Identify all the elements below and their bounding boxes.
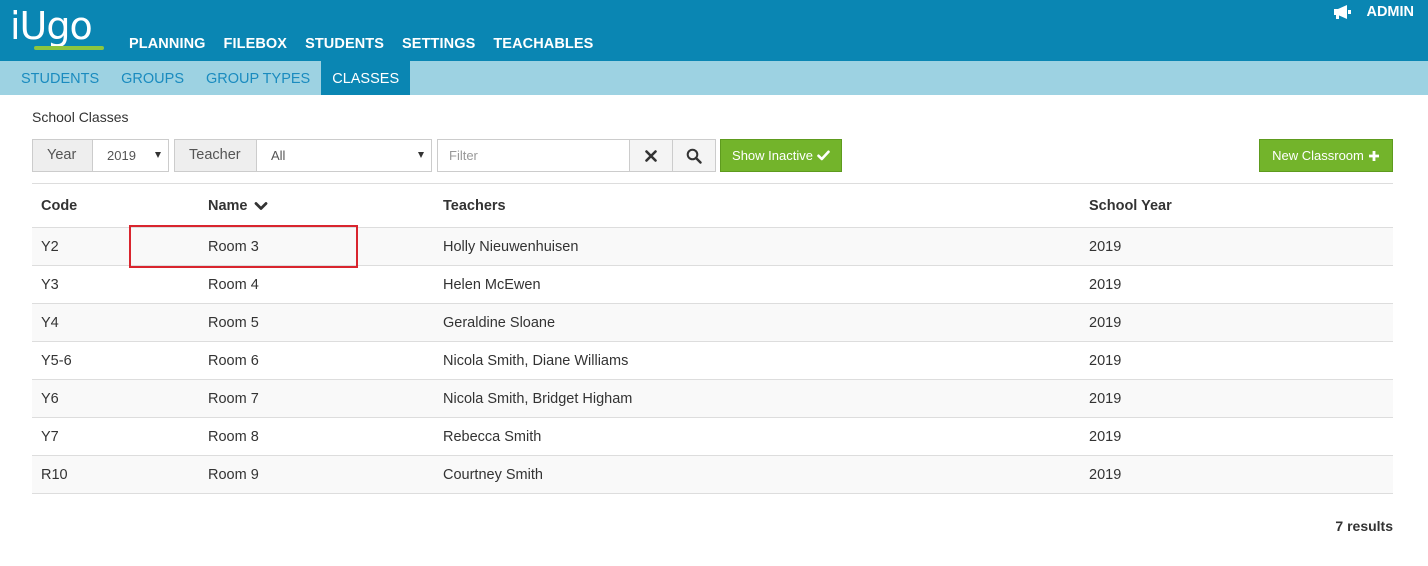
new-classroom-label: New Classroom [1272,148,1364,163]
cell-teachers: Rebecca Smith [443,428,542,445]
admin-menu[interactable]: ADMIN [1332,4,1414,20]
table-row[interactable]: Y6 Room 7 Nicola Smith, Bridget Higham 2… [32,380,1393,418]
plus-icon [1368,150,1379,161]
nav-teachables[interactable]: TEACHABLES [493,36,593,52]
cell-name[interactable]: Room 7 [208,380,259,417]
table-header: Code Name Teachers School Year [32,184,1393,228]
sub-nav: STUDENTS GROUPS GROUP TYPES CLASSES [10,61,411,95]
classes-table: Code Name Teachers School Year Y2 Room 3… [32,183,1393,494]
check-icon [817,150,830,161]
cell-school-year: 2019 [1089,466,1122,483]
iugo-logo[interactable]: iUgo [10,6,106,50]
cell-teachers: Helen McEwen [443,276,541,293]
table-row[interactable]: Y3 Room 4 Helen McEwen 2019 [32,266,1393,304]
cell-name[interactable]: Room 3 [208,228,259,265]
teacher-select[interactable]: All [256,139,432,172]
cell-school-year: 2019 [1089,428,1122,445]
sub-nav-bar: STUDENTS GROUPS GROUP TYPES CLASSES [0,61,1428,95]
table-row[interactable]: R10 Room 9 Courtney Smith 2019 [32,456,1393,494]
cell-code: Y6 [41,390,59,407]
admin-label[interactable]: ADMIN [1366,4,1414,20]
cell-teachers: Courtney Smith [443,466,543,483]
cell-code: R10 [41,466,68,483]
megaphone-icon[interactable] [1332,4,1354,20]
column-header-name[interactable]: Name [208,184,268,227]
cell-code: Y5-6 [41,352,72,369]
chevron-down-icon [155,152,161,158]
cell-name[interactable]: Room 5 [208,304,259,341]
cell-name[interactable]: Room 4 [208,266,259,303]
main-nav: PLANNING FILEBOX STUDENTS SETTINGS TEACH… [129,36,593,52]
cell-code: Y7 [41,428,59,445]
logo-underline [34,46,104,50]
cell-name[interactable]: Room 9 [208,456,259,493]
cell-teachers: Holly Nieuwenhuisen [443,238,579,255]
page-title: School Classes [32,109,129,125]
teacher-label: Teacher [174,139,259,172]
column-header-code[interactable]: Code [41,184,77,227]
cell-code: Y4 [41,314,59,331]
cell-code: Y3 [41,276,59,293]
show-inactive-label: Show Inactive [732,148,813,163]
cell-school-year: 2019 [1089,314,1122,331]
column-header-teachers[interactable]: Teachers [443,184,506,227]
year-label: Year [32,139,93,172]
cell-school-year: 2019 [1089,390,1122,407]
subnav-students[interactable]: STUDENTS [10,61,110,95]
cell-name[interactable]: Room 8 [208,418,259,455]
close-icon [645,149,657,162]
show-inactive-button[interactable]: Show Inactive [720,139,842,172]
subnav-classes[interactable]: CLASSES [321,61,411,95]
cell-teachers: Nicola Smith, Bridget Higham [443,390,633,407]
results-count: 7 results [1335,518,1393,534]
chevron-down-icon [418,152,424,158]
nav-settings[interactable]: SETTINGS [402,36,475,52]
cell-school-year: 2019 [1089,276,1122,293]
new-classroom-button[interactable]: New Classroom [1259,139,1393,172]
clear-filter-button[interactable] [629,139,673,172]
cell-teachers: Nicola Smith, Diane Williams [443,352,629,369]
year-select[interactable]: 2019 [92,139,169,172]
year-select-value: 2019 [107,148,136,163]
filter-input[interactable] [437,139,631,172]
cell-school-year: 2019 [1089,352,1122,369]
teacher-select-value: All [271,148,286,163]
column-header-school-year[interactable]: School Year [1089,184,1172,227]
logo-text: iUgo [10,4,93,48]
table-row[interactable]: Y5-6 Room 6 Nicola Smith, Diane Williams… [32,342,1393,380]
table-row[interactable]: Y7 Room 8 Rebecca Smith 2019 [32,418,1393,456]
subnav-group-types[interactable]: GROUP TYPES [195,61,321,95]
cell-teachers: Geraldine Sloane [443,314,556,331]
subnav-groups[interactable]: GROUPS [110,61,195,95]
top-header: iUgo PLANNING FILEBOX STUDENTS SETTINGS … [0,0,1428,61]
nav-planning[interactable]: PLANNING [129,36,206,52]
search-button[interactable] [672,139,716,172]
cell-school-year: 2019 [1089,238,1122,255]
column-header-name-label: Name [208,197,248,214]
cell-name[interactable]: Room 6 [208,342,259,379]
nav-filebox[interactable]: FILEBOX [224,36,288,52]
search-icon [686,148,702,164]
cell-code: Y2 [41,238,59,255]
table-row[interactable]: Y2 Room 3 Holly Nieuwenhuisen 2019 [32,228,1393,266]
table-row[interactable]: Y4 Room 5 Geraldine Sloane 2019 [32,304,1393,342]
sort-chevron-down-icon [254,201,267,210]
nav-students[interactable]: STUDENTS [305,36,384,52]
